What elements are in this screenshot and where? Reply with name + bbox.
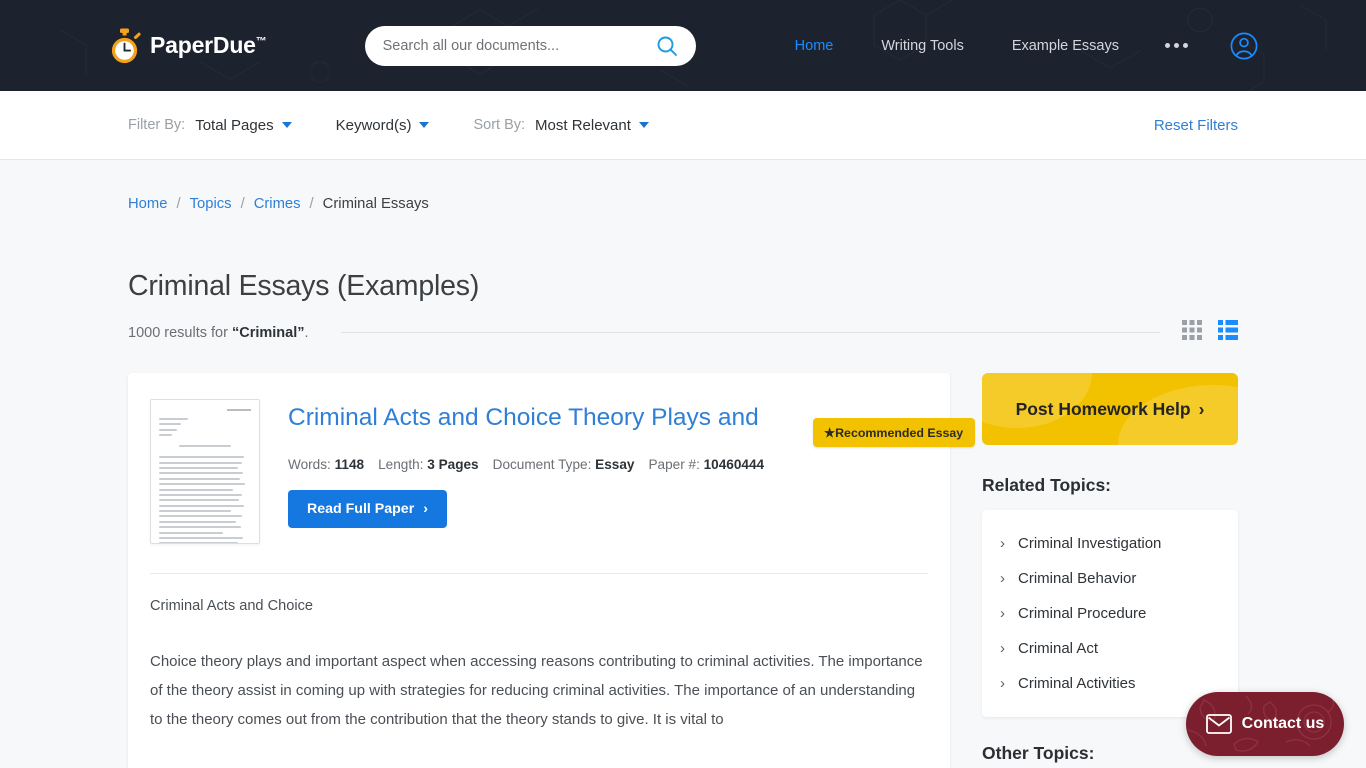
- stopwatch-icon: [108, 28, 141, 64]
- nav-item-example-essays[interactable]: Example Essays: [988, 38, 1143, 54]
- breadcrumb: Home / Topics / Crimes / Criminal Essays: [128, 160, 1238, 212]
- total-pages-dropdown[interactable]: Total Pages: [195, 116, 292, 134]
- meta-document-type: Document Type: Essay: [492, 456, 635, 472]
- topic-item-criminal-act[interactable]: › Criminal Act: [982, 631, 1238, 666]
- trademark-symbol: ™: [255, 35, 267, 48]
- sort-by-dropdown[interactable]: Most Relevant: [535, 117, 649, 134]
- chevron-right-icon: ›: [1000, 535, 1005, 552]
- topic-label: Criminal Procedure: [1018, 605, 1147, 622]
- nav-item-home[interactable]: Home: [771, 38, 858, 54]
- excerpt-body: Choice theory plays and important aspect…: [150, 653, 923, 728]
- topic-label: Criminal Act: [1018, 640, 1099, 657]
- filter-by-label: Filter By:: [128, 117, 186, 133]
- topic-label: Criminal Activities: [1018, 675, 1136, 692]
- related-topics-heading: Related Topics:: [982, 475, 1112, 495]
- post-homework-help-banner[interactable]: Post Homework Help ›: [982, 373, 1238, 445]
- site-logo[interactable]: PaperDue™: [108, 28, 267, 64]
- keywords-dropdown[interactable]: Keyword(s): [336, 117, 430, 134]
- breadcrumb-crimes[interactable]: Crimes: [254, 196, 301, 212]
- chevron-right-icon: ›: [423, 500, 428, 517]
- chevron-right-icon: ›: [1000, 675, 1005, 692]
- meta-length: Length: 3 Pages: [378, 456, 479, 472]
- chevron-right-icon: ›: [1000, 570, 1005, 587]
- filter-bar: Filter By: Total Pages Keyword(s) Sort B…: [0, 91, 1366, 160]
- search-icon[interactable]: [656, 35, 678, 57]
- topic-label: Criminal Behavior: [1018, 570, 1137, 587]
- chevron-right-icon: ›: [1000, 605, 1005, 622]
- promo-label-wrap: Post Homework Help ›: [1016, 399, 1205, 420]
- sort-by-label: Sort By:: [473, 117, 526, 133]
- breadcrumb-separator: /: [240, 196, 245, 212]
- reset-filters-link[interactable]: Reset Filters: [1154, 117, 1238, 134]
- view-toggle-group: [1182, 320, 1238, 345]
- result-excerpt: Criminal Acts and Choice Choice theory p…: [128, 574, 950, 734]
- chevron-down-icon: [281, 122, 292, 128]
- related-topics-list: › Criminal Investigation › Criminal Beha…: [982, 510, 1238, 717]
- grid-view-icon[interactable]: [1182, 320, 1202, 345]
- main-navigation: Home Writing Tools Example Essays: [771, 32, 1258, 60]
- excerpt-heading: Criminal Acts and Choice: [150, 598, 314, 614]
- document-thumbnail[interactable]: [150, 399, 260, 544]
- contact-us-widget[interactable]: Contact us: [1186, 692, 1344, 756]
- most-relevant-label: Most Relevant: [535, 116, 631, 134]
- breadcrumb-current: Criminal Essays: [322, 196, 429, 212]
- topic-label: Criminal Investigation: [1018, 535, 1162, 552]
- result-metadata: Words: 1148 Length: 3 Pages Document Typ…: [288, 457, 928, 472]
- results-count-text: 1000 results for “Criminal”.: [128, 324, 309, 341]
- logo-text: PaperDue™: [150, 32, 267, 58]
- chevron-right-icon: ›: [1198, 398, 1205, 419]
- topic-item-criminal-investigation[interactable]: › Criminal Investigation: [982, 526, 1238, 561]
- meta-paper-number: Paper #: 10460444: [648, 456, 765, 472]
- contact-us-label: Contact us: [1241, 715, 1325, 732]
- promo-label: Post Homework Help: [1015, 398, 1191, 419]
- page-title: Criminal Essays (Examples): [128, 270, 480, 302]
- chevron-down-icon: [419, 122, 430, 128]
- nav-item-writing-tools[interactable]: Writing Tools: [857, 38, 987, 54]
- breadcrumb-separator: /: [309, 196, 314, 212]
- list-view-icon[interactable]: [1218, 320, 1238, 345]
- meta-words: Words: 1148: [288, 456, 365, 472]
- topic-item-criminal-behavior[interactable]: › Criminal Behavior: [982, 561, 1238, 596]
- read-full-paper-button[interactable]: Read Full Paper ›: [288, 489, 447, 528]
- breadcrumb-home[interactable]: Home: [128, 196, 167, 212]
- search-box[interactable]: [364, 25, 696, 66]
- chevron-right-icon: ›: [1000, 640, 1005, 657]
- recommended-essay-badge: ★Recommended Essay: [813, 418, 976, 447]
- breadcrumb-topics[interactable]: Topics: [190, 196, 232, 212]
- keywords-label: Keyword(s): [335, 116, 412, 134]
- site-header: PaperDue™ Home Writing Tools Example Ess…: [0, 0, 1366, 91]
- page-content: Home / Topics / Crimes / Criminal Essays…: [0, 160, 1366, 768]
- read-full-paper-label: Read Full Paper: [307, 500, 415, 517]
- results-query: “Criminal”: [231, 324, 305, 341]
- result-title-link[interactable]: Criminal Acts and Choice Theory Plays an…: [288, 401, 788, 436]
- chevron-down-icon: [638, 122, 649, 128]
- results-summary-row: 1000 results for “Criminal”.: [128, 320, 1238, 345]
- envelope-icon: [1205, 714, 1232, 734]
- search-input[interactable]: [382, 37, 656, 54]
- ellipsis-icon[interactable]: [1143, 43, 1210, 48]
- user-account-icon[interactable]: [1230, 32, 1258, 60]
- topic-item-criminal-procedure[interactable]: › Criminal Procedure: [982, 596, 1238, 631]
- main-layout: Criminal Acts and Choice Theory Plays an…: [128, 373, 1238, 768]
- divider-rule: [340, 332, 1160, 333]
- breadcrumb-separator: /: [176, 196, 181, 212]
- total-pages-label: Total Pages: [195, 116, 274, 134]
